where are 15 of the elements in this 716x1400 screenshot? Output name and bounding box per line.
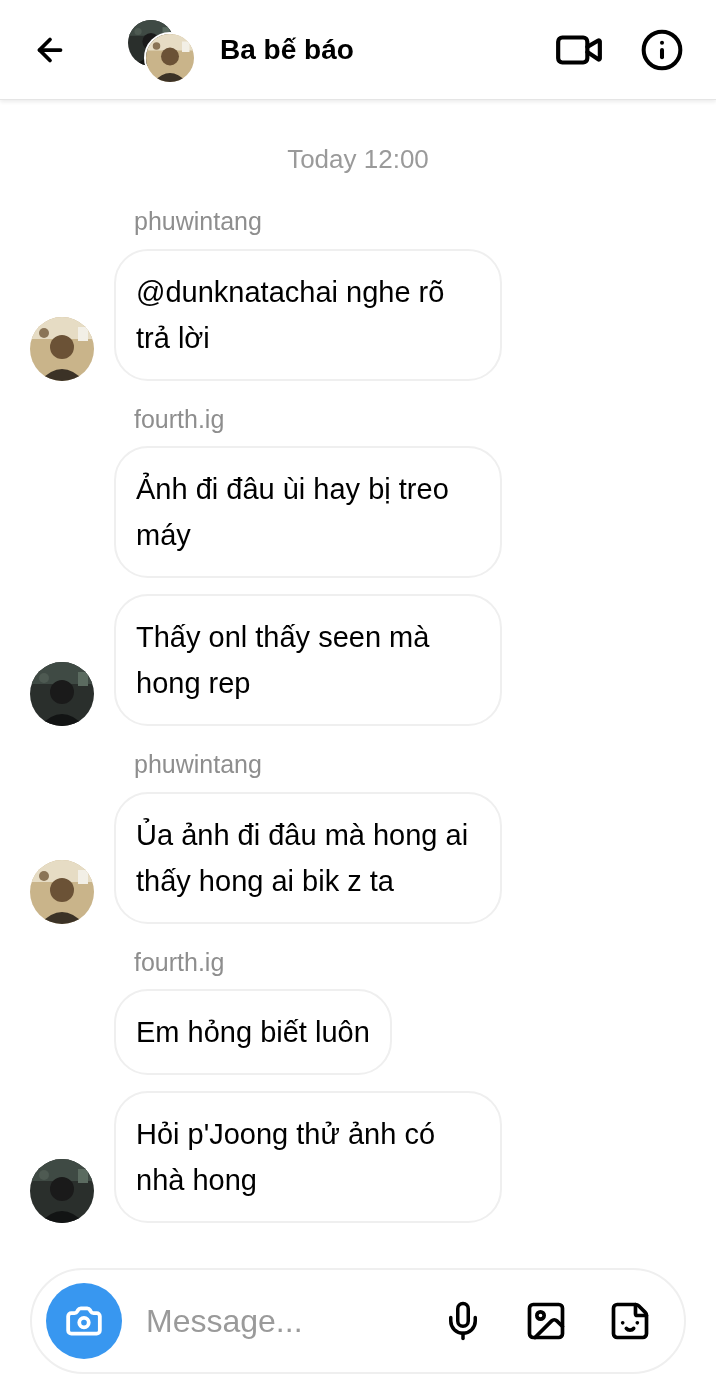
- message-bubble: Ủa ảnh đi đâu mà hong ai thấy hong ai bik z ta: [114, 791, 502, 924]
- message-bubble: Em hỏng biết luôn: [114, 989, 392, 1075]
- sender-name: fourth.ig: [134, 403, 226, 435]
- message-field[interactable]: Message...: [146, 1297, 442, 1345]
- message-bubble: Hỏi p'Joong thử ảnh có nhà hong: [114, 1091, 502, 1223]
- camera-button[interactable]: [46, 1283, 122, 1359]
- message-bubble: @dunknatachai nghe rõ trả lời: [114, 248, 502, 381]
- chat-title: Ba bế báo: [220, 32, 354, 67]
- sender-name: phuwintang: [134, 206, 263, 237]
- sender-name: phuwintang: [134, 749, 263, 780]
- info-icon[interactable]: [640, 27, 684, 72]
- sender-name: fourth.ig: [134, 946, 226, 978]
- message-bubble: Thấy onl thấy seen mà hong rep: [114, 594, 502, 726]
- message-bubble: Ảnh đi đâu ùi hay bị treo máy: [114, 446, 502, 578]
- timestamp: Today 12:00: [287, 143, 429, 176]
